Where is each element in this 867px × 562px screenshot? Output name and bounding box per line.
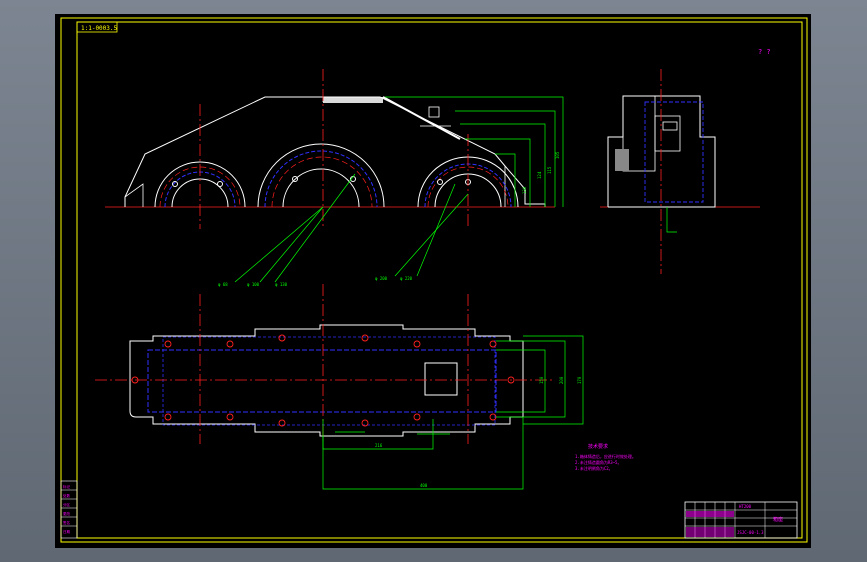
tech-line-1: 1.箱体铸造后，应进行时效处理。 bbox=[575, 453, 636, 459]
dim-height-3: 124 bbox=[537, 171, 542, 179]
dim-height-2: 115 bbox=[547, 166, 552, 174]
view-note: ? ? bbox=[758, 48, 771, 56]
material-label: HT200 bbox=[739, 504, 752, 509]
part-name: 箱座 bbox=[773, 516, 783, 523]
rev-row-3: 分区 bbox=[63, 502, 70, 507]
dim-height-4: 130 bbox=[522, 186, 527, 194]
rev-row-6: 日期 bbox=[63, 529, 70, 534]
dim-plan-total: 400 bbox=[420, 483, 428, 488]
side-view bbox=[600, 69, 760, 274]
front-view bbox=[105, 69, 555, 229]
tech-line-2: 2.未注铸造圆角为R3~5。 bbox=[575, 459, 621, 465]
tech-requirements: 技术要求 1.箱体铸造后，应进行时效处理。 2.未注铸造圆角为R3~5。 3.未… bbox=[575, 443, 636, 471]
rev-row-2: 处数 bbox=[63, 493, 70, 498]
inner-frame bbox=[76, 21, 803, 539]
dim-height-1: 105 bbox=[555, 151, 560, 159]
cad-viewport[interactable]: 1:1-0003.5 ? ? 105 115 124 130 φ 68 φ 10… bbox=[55, 14, 811, 548]
title-tag: 1:1-0003.5 bbox=[81, 25, 118, 32]
plan-view bbox=[95, 284, 555, 444]
outer-frame bbox=[60, 17, 808, 543]
dim-plan-pitch: 216 bbox=[375, 443, 383, 448]
dim-plan-spacing: 170 bbox=[577, 376, 582, 384]
rev-row-4: 更改 bbox=[63, 511, 70, 516]
leader-label-2: φ 100 bbox=[247, 282, 260, 287]
bearing-boss-middle bbox=[257, 143, 385, 208]
leader-label-5: φ 220 bbox=[400, 276, 413, 281]
vent-cap bbox=[428, 106, 440, 118]
tech-heading: 技术要求 bbox=[588, 443, 608, 450]
rev-row-5: 签名 bbox=[63, 520, 70, 525]
leader-label-4: φ 200 bbox=[375, 276, 388, 281]
title-block: HT200 箱座 JSJC-00-1.3 bbox=[684, 501, 798, 539]
front-dimensions: 105 115 124 130 φ 68 φ 100 φ 130 φ 200 φ… bbox=[218, 96, 564, 287]
rev-row-1: 标记 bbox=[63, 484, 70, 489]
tech-line-3: 3.未注明倒角为C2。 bbox=[575, 465, 613, 471]
drawing-number: JSJC-00-1.3 bbox=[737, 530, 764, 535]
dim-plan-inner: 150 bbox=[539, 376, 544, 384]
dim-plan-outer: 200 bbox=[559, 376, 564, 384]
front-outline bbox=[124, 96, 546, 207]
plan-outline bbox=[129, 324, 524, 437]
leader-label-1: φ 68 bbox=[218, 282, 228, 287]
inspection-window bbox=[424, 362, 458, 396]
leader-label-3: φ 130 bbox=[275, 282, 288, 287]
revision-block: 标记 处数 分区 更改 签名 日期 bbox=[60, 480, 78, 539]
